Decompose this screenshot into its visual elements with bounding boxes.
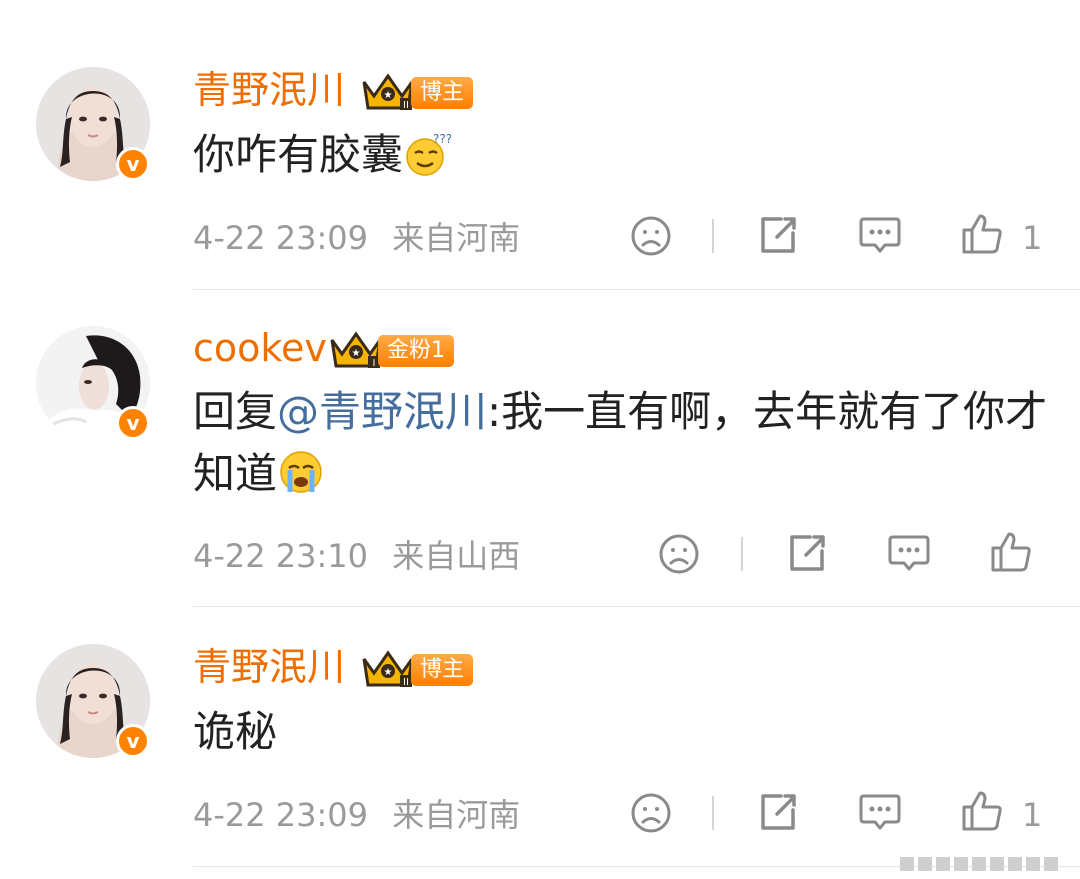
username[interactable]: 青野泯川 bbox=[193, 643, 345, 691]
location: 来自河南 bbox=[392, 796, 521, 834]
comment-text: 诡秘 bbox=[193, 707, 278, 756]
comment-item: v 青野泯川 ★ II 博主 诡秘 4-22 23:09 来自河南 1 bbox=[0, 0, 1080, 879]
role-tag: 博主 bbox=[411, 654, 474, 686]
action-divider bbox=[712, 796, 714, 830]
comment-icon[interactable] bbox=[858, 791, 902, 833]
sad-face-icon[interactable] bbox=[630, 792, 672, 834]
like-count: 1 bbox=[1022, 796, 1043, 834]
crown-icon: ★ II bbox=[362, 650, 414, 688]
watermark bbox=[900, 857, 1058, 871]
comment-meta: 4-22 23:09 来自河南 bbox=[193, 795, 520, 835]
share-icon[interactable] bbox=[757, 791, 799, 833]
svg-text:II: II bbox=[403, 677, 409, 688]
svg-text:★: ★ bbox=[384, 667, 393, 678]
timestamp: 4-22 23:09 bbox=[193, 796, 369, 834]
verified-badge-icon: v bbox=[116, 724, 150, 758]
thumbs-up-icon[interactable] bbox=[961, 790, 1003, 832]
